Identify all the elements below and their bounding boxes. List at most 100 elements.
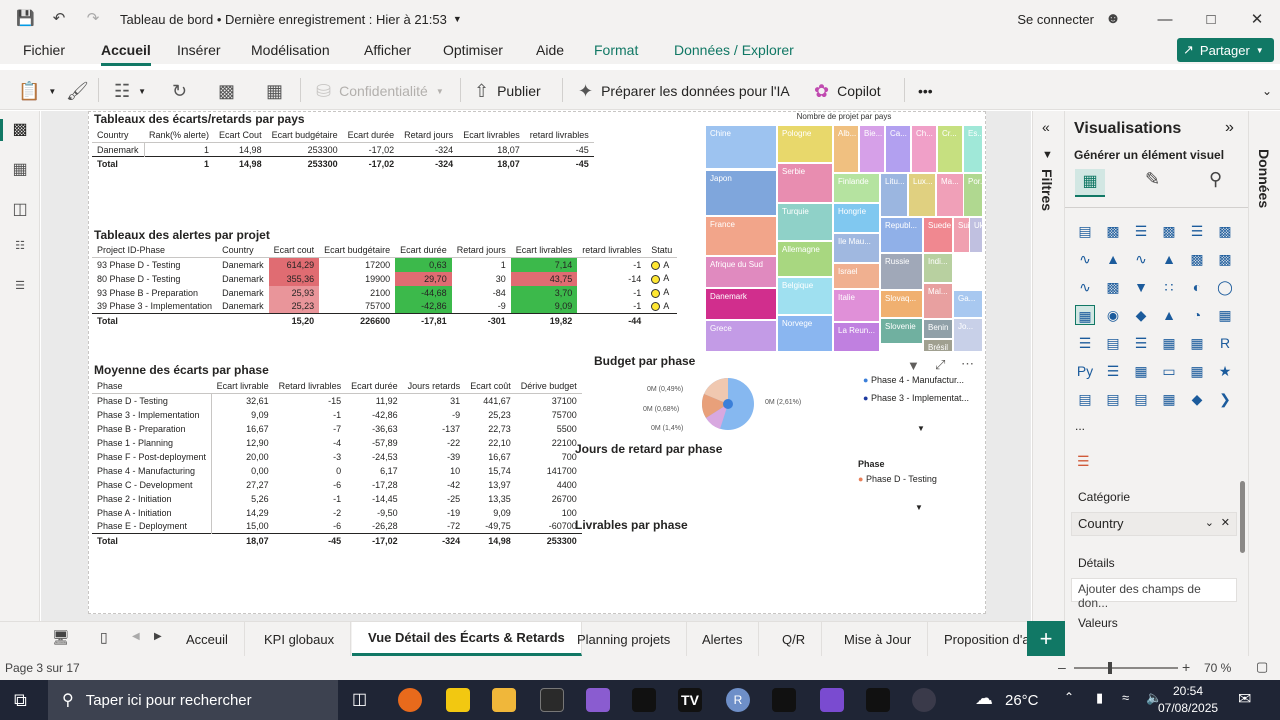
column-header[interactable]: Ecart cout bbox=[268, 243, 320, 258]
visual-type-icon[interactable]: ▩ bbox=[1159, 221, 1179, 241]
treemap-cell[interactable]: Benin bbox=[923, 319, 953, 339]
treemap-cell[interactable]: Hongrie bbox=[833, 203, 880, 233]
treemap-cell[interactable]: Bie... bbox=[859, 125, 885, 173]
custom-visual-icon[interactable]: ☰ bbox=[1077, 453, 1090, 470]
visual-type-icon[interactable]: ∿ bbox=[1131, 249, 1151, 269]
treemap-cell[interactable]: Mal... bbox=[923, 283, 953, 319]
add-page-button[interactable]: + bbox=[1027, 621, 1065, 656]
treemap-cell[interactable]: Ile Mau... bbox=[833, 233, 880, 263]
pane-scrollbar[interactable] bbox=[1240, 481, 1245, 553]
minimize-button[interactable]: — bbox=[1142, 11, 1188, 28]
firefox-icon[interactable] bbox=[398, 688, 422, 712]
treemap-cell[interactable]: Ca... bbox=[885, 125, 911, 173]
tab-optimiser[interactable]: Optimiser bbox=[443, 42, 503, 58]
treemap-cell[interactable]: Japon bbox=[705, 170, 777, 216]
new-visual-button[interactable]: ▩ bbox=[218, 79, 235, 103]
build-visual-icon[interactable]: ▦ bbox=[1075, 169, 1105, 197]
save-icon[interactable]: 💾 bbox=[16, 10, 35, 28]
collapse-left-icon[interactable]: « bbox=[1042, 119, 1050, 135]
file-explorer-icon[interactable] bbox=[492, 688, 516, 712]
tab-modelisation[interactable]: Modélisation bbox=[251, 42, 330, 58]
filters-pane[interactable]: « ▼ Filtres bbox=[1032, 111, 1064, 656]
visual-type-icon[interactable]: ▤ bbox=[1075, 221, 1095, 241]
visual-type-icon[interactable]: ◉ bbox=[1103, 305, 1123, 325]
column-header[interactable]: Statu bbox=[646, 243, 678, 258]
visual-type-icon[interactable]: ▲ bbox=[1103, 249, 1123, 269]
visual-type-icon[interactable]: ▦ bbox=[1187, 333, 1207, 353]
tab-inserer[interactable]: Insérer bbox=[177, 42, 221, 58]
weather-temp[interactable]: 26°C bbox=[1005, 692, 1039, 709]
visual-type-icon[interactable]: ☰ bbox=[1075, 333, 1095, 353]
treemap-cell[interactable]: Slovaq... bbox=[880, 290, 923, 318]
visual-type-icon[interactable]: ▦ bbox=[1159, 389, 1179, 409]
copilot-button[interactable]: ✿ Copilot bbox=[814, 79, 881, 103]
treemap-cell[interactable]: Belgique bbox=[777, 277, 833, 315]
mobile-view-icon[interactable]: ▯ bbox=[100, 629, 108, 646]
weather-icon[interactable]: ☁ bbox=[975, 688, 993, 709]
confidentiality-button[interactable]: ⛁ Confidentialité ▼ bbox=[316, 79, 444, 103]
document-title[interactable]: Tableau de bord • Dernière enregistremen… bbox=[120, 12, 447, 27]
visual-type-icon[interactable]: R bbox=[1215, 333, 1235, 353]
visual-type-icon[interactable]: ▩ bbox=[1103, 221, 1123, 241]
notifications-icon[interactable]: ✉ bbox=[1238, 689, 1251, 709]
table-row[interactable]: Phase E - Deployment 15,00 -6 -26,28 -72 -49,… bbox=[92, 519, 582, 534]
clipchamp-icon[interactable] bbox=[820, 688, 844, 712]
treemap-cell[interactable]: Suede bbox=[923, 217, 953, 253]
column-header[interactable]: Rank(% alerte) bbox=[144, 128, 215, 143]
visual-type-icon[interactable]: ☰ bbox=[1103, 361, 1123, 381]
treemap-cell[interactable]: Turquie bbox=[777, 203, 833, 241]
visual-type-icon[interactable]: ▲ bbox=[1159, 305, 1179, 325]
account-icon[interactable]: ☻ bbox=[1104, 10, 1122, 28]
column-header[interactable]: Retard livrables bbox=[273, 379, 347, 394]
legend-scroll-down-icon[interactable]: ▼ bbox=[915, 503, 923, 512]
treemap-cell[interactable]: Brésil bbox=[923, 339, 953, 352]
analytics-icon[interactable]: ⚲ bbox=[1209, 169, 1222, 190]
visual-type-icon[interactable]: ▦ bbox=[1159, 333, 1179, 353]
treemap-cell[interactable]: Indi... bbox=[923, 253, 953, 283]
page-tab[interactable]: KPI globaux bbox=[248, 622, 352, 656]
table-row[interactable]: 93 Phase D - Testing Danemark 614,29 17200 0… bbox=[92, 257, 677, 272]
zoom-slider-thumb[interactable] bbox=[1108, 662, 1112, 674]
zoom-level[interactable]: 70 % bbox=[1204, 661, 1231, 675]
markets-app-icon[interactable] bbox=[772, 688, 796, 712]
clock-time[interactable]: 20:54 bbox=[1173, 684, 1203, 698]
visual-type-icon[interactable]: ▦ bbox=[1187, 361, 1207, 381]
treemap-cell[interactable]: Finlande bbox=[833, 173, 880, 203]
visual-type-icon[interactable]: ▩ bbox=[1215, 221, 1235, 241]
zoom-in-button[interactable]: + bbox=[1182, 659, 1190, 675]
chevron-up-icon[interactable]: ⌃ bbox=[1064, 690, 1074, 704]
treemap-cell[interactable]: Republ... bbox=[880, 217, 923, 253]
visual-type-icon[interactable]: ▤ bbox=[1103, 333, 1123, 353]
visual-type-icon[interactable]: ◆ bbox=[1131, 305, 1151, 325]
windows-start-icon[interactable]: ⧉ bbox=[14, 690, 27, 711]
table-row[interactable]: Phase 1 - Planning 12,90 -4 -57,89 -22 22,10 2… bbox=[92, 435, 582, 450]
expand-right-icon[interactable]: » bbox=[1225, 119, 1234, 137]
table-row[interactable]: Phase D - Testing 32,61 -15 11,92 31 441,67 37… bbox=[92, 393, 582, 408]
page-tab[interactable]: Vue Détail des Écarts & Retards bbox=[352, 622, 582, 656]
sign-in-link[interactable]: Se connecter bbox=[1017, 12, 1094, 27]
treemap-cell[interactable]: Israel bbox=[833, 263, 880, 289]
more-options-button[interactable]: ••• bbox=[918, 79, 933, 103]
visual-type-icon[interactable]: ∿ bbox=[1075, 249, 1095, 269]
treemap-cell[interactable]: Jo... bbox=[953, 318, 983, 352]
screen-recorder-icon[interactable] bbox=[912, 688, 936, 712]
visual-type-icon[interactable]: ▦ bbox=[1075, 305, 1095, 325]
treemap-cell[interactable]: Ma... bbox=[936, 173, 964, 217]
terminal-app-icon[interactable] bbox=[540, 688, 564, 712]
scroll-left-icon[interactable]: ◀ bbox=[132, 631, 140, 642]
column-header[interactable]: retard livrables bbox=[524, 128, 594, 143]
visual-type-icon[interactable]: ▦ bbox=[1131, 361, 1151, 381]
visual-type-icon[interactable]: ★ bbox=[1215, 361, 1235, 381]
close-button[interactable]: ✕ bbox=[1234, 10, 1280, 28]
treemap-cell[interactable]: Alb... bbox=[833, 125, 859, 173]
dax-query-icon[interactable]: ☷ bbox=[9, 239, 31, 261]
visual-type-icon[interactable]: ▩ bbox=[1103, 277, 1123, 297]
visual-type-icon[interactable]: ▤ bbox=[1075, 389, 1095, 409]
column-header[interactable]: Project ID-Phase bbox=[92, 243, 218, 258]
r-app-icon[interactable]: R bbox=[726, 688, 750, 712]
tab-format[interactable]: Format bbox=[594, 42, 638, 58]
report-view-icon[interactable]: ▩ bbox=[0, 119, 31, 141]
column-header[interactable]: Jours retards bbox=[402, 379, 466, 394]
wifi-icon[interactable]: ≈ bbox=[1122, 690, 1129, 705]
column-header[interactable]: Phase bbox=[92, 379, 212, 394]
